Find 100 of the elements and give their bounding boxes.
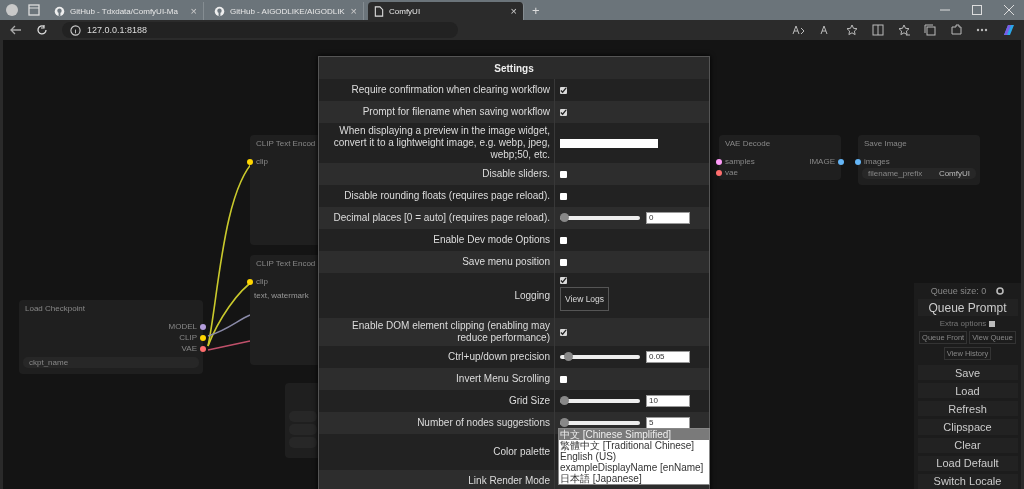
graph-node[interactable]: CLIP Text Encod clip text, watermark: [250, 255, 321, 365]
list-option[interactable]: 日本語 [Japanese]: [559, 473, 709, 484]
setting-label: Require confirmation when clearing workflow: [351, 84, 550, 96]
tab-actions-icon[interactable]: [28, 4, 40, 16]
slider-thumb[interactable]: [560, 396, 569, 405]
slider-track[interactable]: [560, 355, 640, 359]
more-icon[interactable]: [976, 28, 988, 32]
settings-icon[interactable]: [996, 287, 1005, 295]
number-field[interactable]: 5: [646, 417, 690, 429]
new-tab-button[interactable]: +: [532, 3, 540, 17]
number-field[interactable]: 10: [646, 395, 690, 407]
slot-label: vae: [725, 168, 738, 177]
node-title: CLIP Text Encod: [256, 139, 316, 148]
checkbox[interactable]: [560, 328, 567, 336]
maximize-icon[interactable]: [972, 5, 982, 15]
menu-button[interactable]: Load Default: [917, 455, 1018, 471]
output-slot-dot[interactable]: [838, 158, 844, 165]
setting-label: Number of nodes suggestions: [417, 417, 550, 429]
graph-node[interactable]: Save Image images filename_prefix ComfyUI: [858, 135, 980, 185]
text-field[interactable]: [560, 138, 658, 148]
menu-button[interactable]: Refresh: [917, 401, 1018, 417]
slot-label: samples: [725, 157, 755, 166]
slot-label: IMAGE: [809, 157, 835, 166]
graph-node[interactable]: VAE Decode samples vae IMAGE: [719, 135, 841, 180]
checkbox[interactable]: [560, 108, 567, 116]
read-aloud-icon[interactable]: [792, 24, 806, 36]
favorites-icon[interactable]: [898, 24, 910, 36]
refresh-icon[interactable]: [36, 24, 48, 36]
input-slot-dot[interactable]: [247, 158, 253, 165]
node-widget[interactable]: [289, 437, 317, 448]
graph-node[interactable]: CLIP Text Encod clip: [250, 135, 321, 245]
checkbox[interactable]: [560, 258, 567, 266]
checkbox[interactable]: [560, 236, 567, 244]
setting-label: Save menu position: [462, 256, 550, 268]
info-icon[interactable]: [70, 24, 81, 36]
input-slot-dot[interactable]: [716, 169, 722, 176]
menu-button[interactable]: Switch Locale: [917, 473, 1018, 489]
setting-label: Grid Size: [508, 395, 550, 407]
address-field[interactable]: 127.0.0.1:8188: [62, 22, 458, 38]
checkbox[interactable]: [560, 277, 567, 284]
list-option[interactable]: exampleDisplayName [enName]: [559, 462, 709, 473]
slider-track[interactable]: [560, 399, 640, 403]
slider-thumb[interactable]: [560, 418, 569, 427]
split-screen-icon[interactable]: [872, 24, 884, 36]
node-widget[interactable]: filename_prefix ComfyUI: [862, 168, 976, 179]
number-field[interactable]: 0.05: [646, 351, 690, 363]
input-slot-dot[interactable]: [855, 158, 861, 165]
menu-button[interactable]: Load: [917, 383, 1018, 399]
node-title: CLIP Text Encod: [256, 259, 316, 268]
browser-tab[interactable]: ComfyUI ×: [368, 2, 524, 20]
slot-label: VAE: [181, 344, 197, 353]
menu-button[interactable]: Clipspace: [917, 419, 1018, 435]
tab-close-button[interactable]: ×: [510, 5, 517, 17]
node-widget[interactable]: [289, 411, 317, 422]
dialog-title: Settings: [493, 61, 535, 76]
node-widget[interactable]: [289, 424, 317, 435]
output-slot-dot[interactable]: [200, 334, 206, 341]
locale-listbox[interactable]: 中文 [Chinese Simplified] 繁體中文 [Traditional Chinese] English (US) exampleDisplayName [enName] 日本語 [Japanese]: [558, 428, 710, 485]
close-icon[interactable]: [1004, 5, 1014, 15]
setting-label: Disable sliders.: [482, 168, 550, 180]
extensions-icon[interactable]: [950, 24, 962, 36]
slider-track[interactable]: [560, 216, 640, 220]
checkbox[interactable]: [560, 170, 567, 178]
list-option[interactable]: 中文 [Chinese Simplified]: [559, 429, 709, 440]
list-option[interactable]: English (US): [559, 451, 709, 462]
collections-icon[interactable]: [924, 24, 936, 36]
setting-label: Logging: [514, 289, 550, 302]
profile-icon[interactable]: [6, 4, 18, 16]
slider-thumb[interactable]: [563, 352, 573, 361]
slider-track[interactable]: [560, 421, 640, 425]
checkbox[interactable]: [560, 86, 567, 94]
node-title: Load Checkpoint: [25, 304, 86, 313]
star-icon[interactable]: [846, 24, 858, 36]
checkbox[interactable]: [989, 320, 996, 327]
checkbox[interactable]: [560, 192, 567, 200]
node-widget[interactable]: ckpt_name: [23, 357, 199, 368]
queue-prompt-button[interactable]: Queue Prompt: [917, 299, 1018, 317]
node-title: VAE Decode: [725, 139, 771, 148]
output-slot-dot[interactable]: [200, 323, 206, 330]
queue-size-label: Queue size: 0: [930, 286, 987, 296]
graph-node[interactable]: Load Checkpoint MODEL CLIP VAE ckpt_name: [19, 300, 203, 374]
list-option[interactable]: 繁體中文 [Traditional Chinese]: [559, 440, 709, 451]
input-slot-dot[interactable]: [247, 278, 253, 285]
graph-node[interactable]: [285, 383, 321, 458]
number-field[interactable]: 0: [646, 212, 690, 224]
page-icon: [374, 5, 384, 17]
output-slot-dot[interactable]: [200, 345, 206, 352]
view-logs-button[interactable]: View Logs: [560, 287, 610, 311]
slot-label: CLIP: [179, 333, 197, 342]
checkbox[interactable]: [560, 375, 567, 383]
slider-thumb[interactable]: [560, 213, 569, 222]
menu-button[interactable]: Clear: [917, 437, 1018, 453]
copilot-icon[interactable]: [1002, 23, 1016, 37]
extra-options-label: Extra options: [939, 319, 987, 329]
setting-label: Enable DOM element clipping (enabling may reduce performance): [351, 320, 550, 344]
setting-label: Invert Menu Scrolling: [456, 373, 550, 385]
prompt-text[interactable]: text, watermark: [254, 291, 309, 300]
back-icon[interactable]: [10, 24, 22, 36]
input-slot-dot[interactable]: [716, 158, 722, 165]
menu-button[interactable]: Save: [917, 365, 1018, 381]
